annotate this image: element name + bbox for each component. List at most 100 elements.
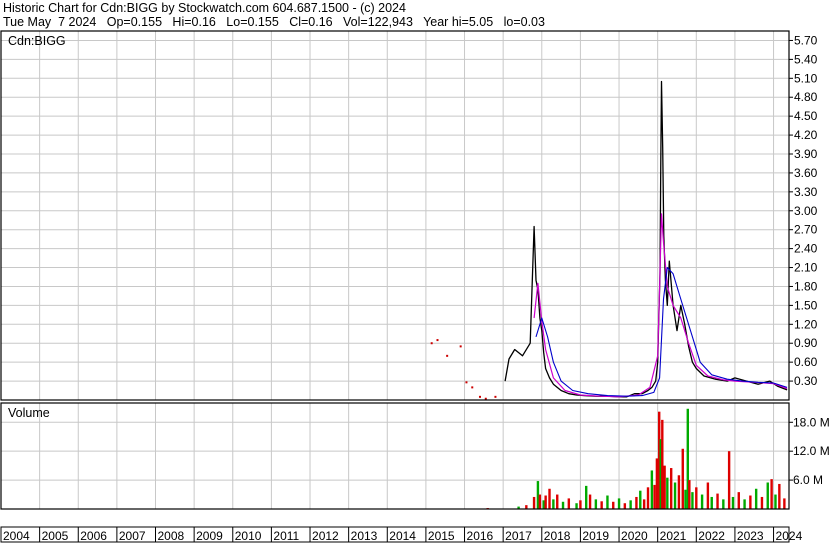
volume-bar: [700, 494, 704, 509]
volume-bar: [606, 495, 609, 509]
volume-bar: [774, 494, 777, 509]
volume-bar: [612, 501, 615, 509]
year-tick-label: 2013: [351, 529, 378, 543]
early-price-point: [436, 339, 439, 342]
price-tick-label: 5.70: [794, 33, 818, 47]
volume-bar: [639, 490, 642, 509]
volume-bar: [655, 458, 659, 509]
year-tick-label: 2020: [621, 529, 648, 543]
volume-bar: [646, 487, 650, 509]
volume-bar: [737, 492, 740, 509]
year-tick-label: 2016: [467, 529, 494, 543]
year-tick-label: 2009: [196, 529, 223, 543]
early-price-point: [471, 386, 474, 389]
volume-bar: [579, 500, 582, 509]
volume-bar: [661, 419, 664, 509]
volume-bar: [629, 500, 632, 509]
volume-bar: [532, 496, 536, 509]
volume-bar: [585, 485, 588, 509]
volume-bar: [548, 488, 551, 509]
volume-bar: [770, 479, 773, 509]
volume-bar: [691, 492, 694, 509]
year-tick-label: 2010: [235, 529, 262, 543]
volume-bar: [731, 496, 735, 509]
volume-bar: [684, 489, 687, 509]
volume-axis-ticks: 18.0 M 12.0 M 6.0 M: [789, 415, 830, 487]
volume-bar: [760, 496, 764, 509]
price-lines: [430, 80, 788, 400]
volume-bar: [669, 468, 673, 509]
volume-bar: [642, 499, 646, 509]
price-tick-label: 1.80: [794, 279, 818, 293]
volume-bar: [727, 451, 731, 509]
volume-bar: [575, 503, 578, 509]
volume-tick-label: 6.0 M: [793, 473, 823, 487]
year-tick-label: 2007: [119, 529, 146, 543]
early-price-point: [465, 381, 468, 384]
volume-bar: [688, 480, 691, 509]
volume-bar: [666, 477, 669, 509]
price-tick-label: 4.20: [794, 128, 818, 142]
volume-bar: [710, 496, 713, 509]
volume-bar: [544, 495, 547, 509]
early-price-point: [459, 345, 462, 348]
early-price-point: [494, 395, 497, 398]
volume-bar: [663, 465, 666, 509]
year-axis-ticks: 2004 2005 2006 2007 2008 2009 2010 2011 2012 2013…: [0, 527, 803, 543]
price-grid: [0, 31, 789, 400]
year-tick-label: 2022: [698, 529, 725, 543]
stock-chart: 5.70 5.40 5.10 4.80 4.50 4.20 3.90 3.60 3.30 3.00…: [0, 30, 830, 543]
price-panel-label: Cdn:BIGG: [8, 34, 66, 48]
volume-bar: [766, 482, 769, 509]
volume-bar: [600, 501, 603, 509]
volume-bar: [623, 503, 627, 509]
price-tick-label: 4.50: [794, 109, 818, 123]
volume-bar: [706, 482, 710, 509]
volume-tick-label: 18.0 M: [793, 415, 830, 429]
volume-bar: [567, 498, 571, 509]
volume-bar: [594, 499, 598, 509]
volume-bar: [716, 493, 719, 509]
year-tick-label: 2008: [158, 529, 185, 543]
price-tick-label: 3.60: [794, 166, 818, 180]
volume-bar: [538, 494, 542, 509]
year-tick-label: 2015: [428, 529, 455, 543]
price-tick-label: 2.70: [794, 223, 818, 237]
price-tick-label: 3.30: [794, 185, 818, 199]
price-tick-label: 2.10: [794, 261, 818, 275]
volume-bar: [778, 483, 781, 509]
volume-bar: [673, 482, 677, 509]
price-tick-label: 2.40: [794, 242, 818, 256]
price-tick-label: 1.20: [794, 317, 818, 331]
year-tick-label: 2014: [389, 529, 416, 543]
price-tick-label: 3.00: [794, 204, 818, 218]
early-price-point: [430, 342, 433, 345]
price-line: [504, 80, 788, 398]
volume-bar: [650, 470, 654, 509]
volume-bar: [677, 475, 681, 509]
year-tick-label: 2011: [273, 529, 299, 543]
year-tick-label: 2012: [312, 529, 339, 543]
volume-bar: [754, 488, 758, 509]
volume-bar: [749, 495, 752, 509]
price-tick-label: 3.90: [794, 147, 818, 161]
year-tick-label: 2021: [660, 529, 687, 543]
year-tick-label: 2004: [3, 529, 30, 543]
year-tick-label: 2018: [544, 529, 571, 543]
volume-bar: [588, 494, 592, 509]
volume-bar: [561, 501, 565, 509]
price-panel-frame: [0, 30, 790, 401]
price-tick-label: 5.40: [794, 52, 818, 66]
volume-bar: [653, 484, 656, 509]
year-tick-label: 2005: [42, 529, 69, 543]
year-tick-label: 2006: [80, 529, 107, 543]
price-tick-label: 0.90: [794, 336, 818, 350]
year-tick-label: 2023: [737, 529, 764, 543]
volume-bar: [635, 496, 638, 509]
volume-bar: [552, 499, 555, 509]
volume-bar: [743, 499, 746, 509]
price-tick-label: 0.60: [794, 355, 818, 369]
volume-bars: [486, 408, 786, 509]
volume-bar: [556, 494, 559, 509]
volume-panel-label: Volume: [8, 406, 50, 420]
